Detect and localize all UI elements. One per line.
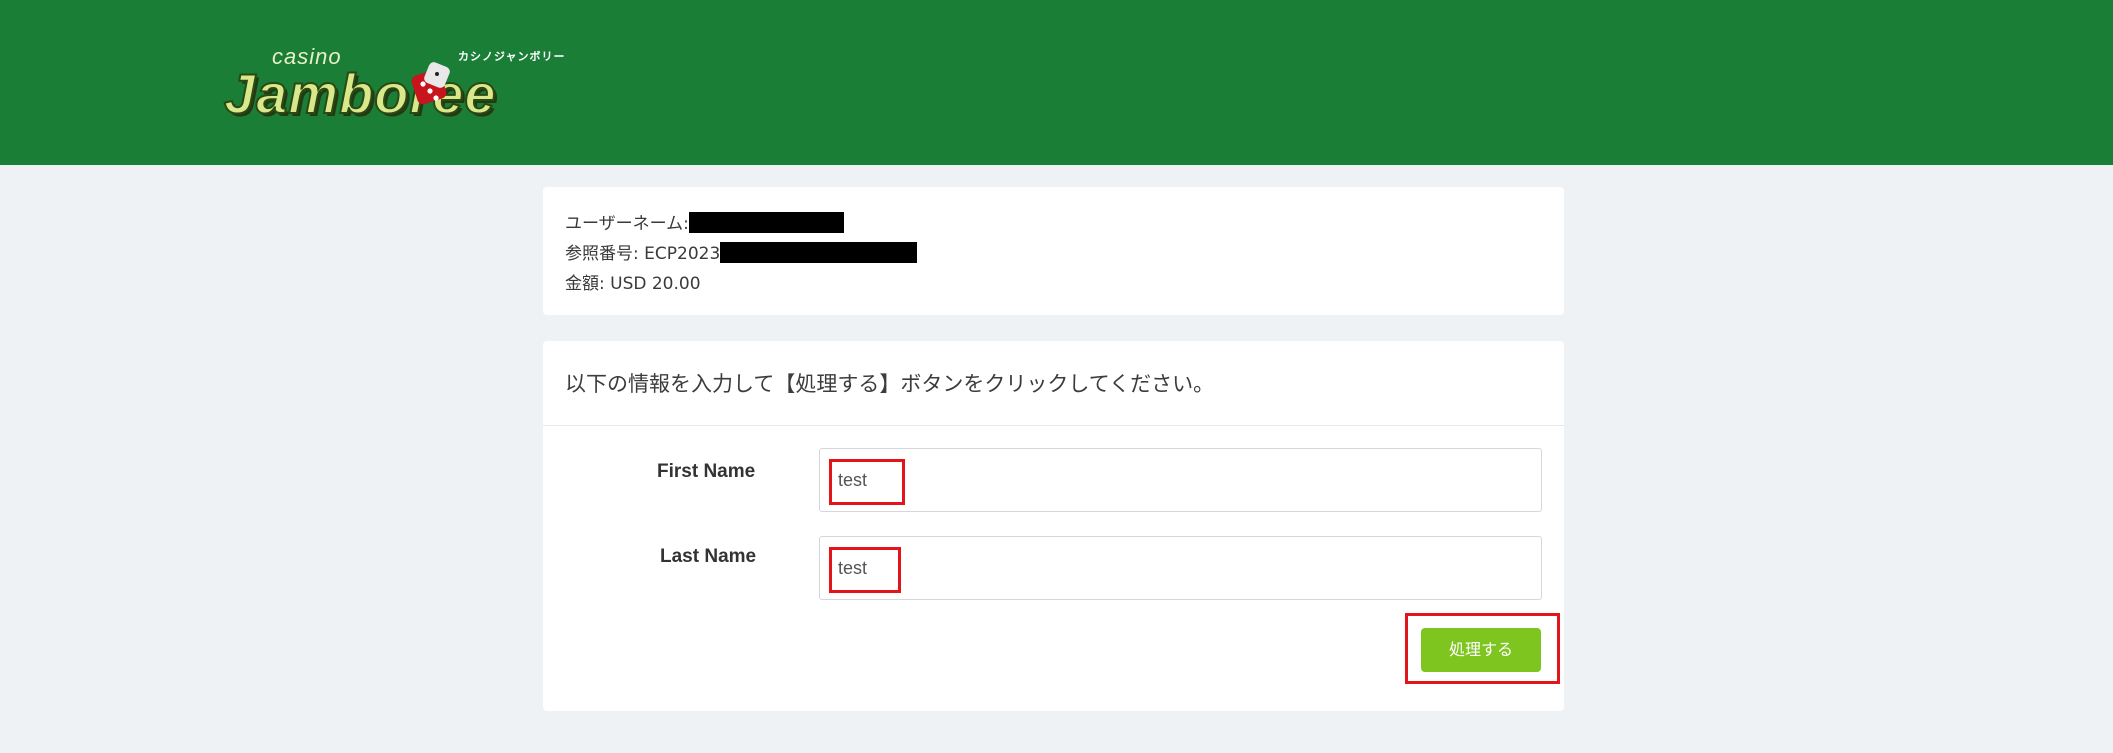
- amount-row: 金額: USD 20.00: [565, 269, 701, 294]
- logo-brand-text: Jamboree: [223, 62, 497, 125]
- username-row: ユーザーネーム:: [565, 209, 844, 234]
- amount-value: USD 20.00: [610, 274, 701, 294]
- redacted-username: [688, 212, 844, 233]
- reference-row: 参照番号: ECP2023: [565, 239, 918, 264]
- last-name-input[interactable]: test: [819, 536, 1542, 600]
- site-header: casino カシノジャンボリー Jamboree: [0, 0, 2113, 165]
- payment-info-card: ユーザーネーム: 参照番号: ECP2023 金額: USD 20.00: [543, 187, 1564, 315]
- first-name-label: First Name: [657, 461, 756, 482]
- amount-label: 金額:: [565, 274, 605, 294]
- first-name-highlight: [829, 459, 905, 505]
- submit-highlight: [1405, 613, 1560, 684]
- last-name-highlight: [829, 547, 901, 593]
- first-name-input[interactable]: test: [819, 448, 1542, 512]
- reference-prefix: ECP2023: [644, 244, 721, 264]
- username-label: ユーザーネーム:: [565, 214, 689, 234]
- last-name-label: Last Name: [660, 546, 757, 567]
- form-header: 以下の情報を入力して【処理する】ボタンをクリックしてください。: [543, 341, 1564, 426]
- reference-label: 参照番号:: [565, 244, 639, 264]
- casino-jamboree-logo[interactable]: casino カシノジャンボリー Jamboree: [222, 36, 590, 125]
- form-instruction: 以下の情報を入力して【処理する】ボタンをクリックしてください。: [565, 372, 1215, 396]
- name-form-card: 以下の情報を入力して【処理する】ボタンをクリックしてください。 First Na…: [543, 341, 1564, 711]
- dice-icon: [411, 62, 450, 105]
- redacted-reference: [720, 242, 918, 263]
